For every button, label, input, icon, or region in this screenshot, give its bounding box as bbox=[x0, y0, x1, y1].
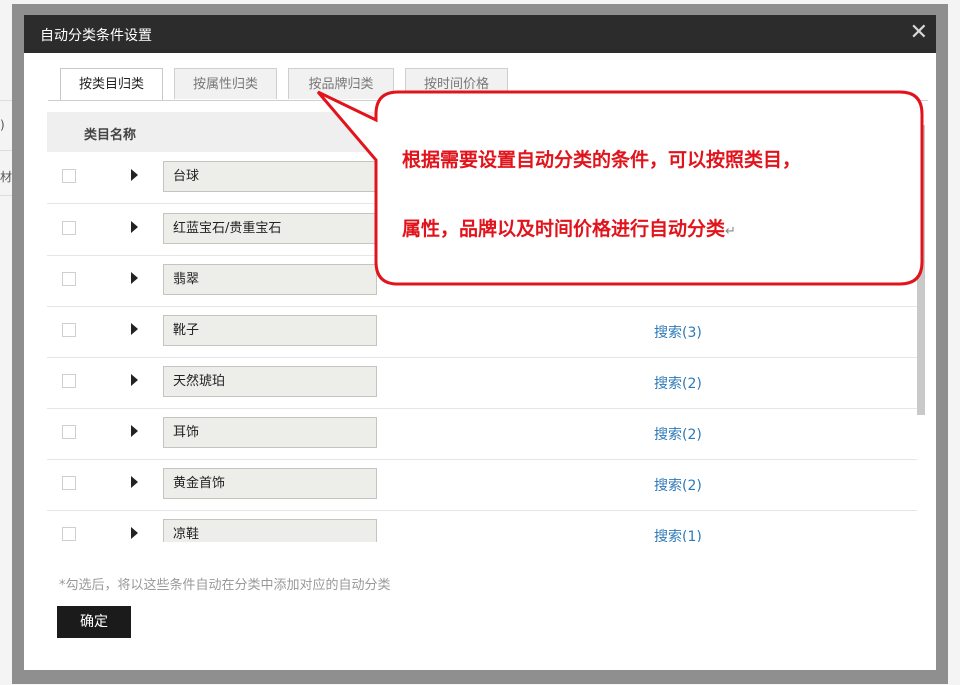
background-text-fragment: ) bbox=[0, 118, 5, 132]
category-table: 类目名称 台球 红蓝宝石/贵重宝石 翡翠 靴子 搜索(3) 天然琥珀 搜索(2)… bbox=[47, 112, 917, 542]
row-checkbox[interactable] bbox=[62, 374, 76, 388]
background-text-fragment: 材 bbox=[0, 170, 13, 184]
scrollbar-thumb[interactable] bbox=[917, 125, 925, 415]
auto-category-dialog: 自动分类条件设置 ✕ 按类目归类 按属性归类 按品牌归类 按时间价格 类目名称 … bbox=[24, 15, 936, 670]
return-mark-icon: ↵ bbox=[725, 224, 736, 239]
callout-text-line-2: 属性，品牌以及时间价格进行自动分类↵ bbox=[402, 214, 736, 241]
category-name-field[interactable]: 台球 bbox=[163, 161, 377, 192]
row-checkbox[interactable] bbox=[62, 476, 76, 490]
category-name-field[interactable]: 翡翠 bbox=[163, 264, 377, 295]
tab-underline bbox=[48, 100, 928, 101]
expand-caret-icon[interactable] bbox=[131, 527, 138, 539]
tab-by-category[interactable]: 按类目归类 bbox=[60, 68, 163, 101]
search-link[interactable]: 搜索(2) bbox=[654, 475, 702, 495]
expand-caret-icon[interactable] bbox=[131, 476, 138, 488]
category-name-field[interactable]: 耳饰 bbox=[163, 417, 377, 448]
callout-text-line-2-content: 属性，品牌以及时间价格进行自动分类 bbox=[402, 218, 726, 240]
table-scrollbar[interactable] bbox=[917, 125, 925, 415]
row-checkbox[interactable] bbox=[62, 527, 76, 541]
table-row: 翡翠 bbox=[47, 255, 917, 307]
dialog-title: 自动分类条件设置 bbox=[40, 28, 152, 44]
tab-by-brand[interactable]: 按品牌归类 bbox=[288, 68, 394, 99]
category-name-field[interactable]: 凉鞋 bbox=[163, 519, 377, 542]
category-name-field[interactable]: 黄金首饰 bbox=[163, 468, 377, 499]
category-name-field[interactable]: 天然琥珀 bbox=[163, 366, 377, 397]
expand-caret-icon[interactable] bbox=[131, 374, 138, 386]
row-checkbox[interactable] bbox=[62, 272, 76, 286]
table-row: 天然琥珀 搜索(2) bbox=[47, 357, 917, 409]
table-row: 靴子 搜索(3) bbox=[47, 306, 917, 358]
column-header-category-name: 类目名称 bbox=[84, 128, 137, 143]
close-icon[interactable]: ✕ bbox=[910, 21, 928, 45]
search-link[interactable]: 搜索(1) bbox=[654, 526, 702, 542]
table-row: 凉鞋 搜索(1) bbox=[47, 510, 917, 542]
callout-text-line-1: 根据需要设置自动分类的条件，可以按照类目， bbox=[402, 149, 802, 171]
expand-caret-icon[interactable] bbox=[131, 425, 138, 437]
row-checkbox[interactable] bbox=[62, 425, 76, 439]
search-link[interactable]: 搜索(2) bbox=[654, 373, 702, 393]
category-name-field[interactable]: 红蓝宝石/贵重宝石 bbox=[163, 213, 377, 244]
row-checkbox[interactable] bbox=[62, 169, 76, 183]
row-checkbox[interactable] bbox=[62, 323, 76, 337]
expand-caret-icon[interactable] bbox=[131, 169, 138, 181]
expand-caret-icon[interactable] bbox=[131, 323, 138, 335]
category-name-field[interactable]: 靴子 bbox=[163, 315, 377, 346]
row-checkbox[interactable] bbox=[62, 221, 76, 235]
tab-by-attribute[interactable]: 按属性归类 bbox=[174, 68, 277, 99]
confirm-button[interactable]: 确定 bbox=[57, 606, 131, 638]
search-link[interactable]: 搜索(2) bbox=[654, 424, 702, 444]
auto-category-note: *勾选后，将以这些条件自动在分类中添加对应的自动分类 bbox=[59, 578, 391, 593]
dialog-titlebar: 自动分类条件设置 ✕ bbox=[24, 15, 936, 53]
tab-by-time-price[interactable]: 按时间价格 bbox=[405, 68, 508, 99]
expand-caret-icon[interactable] bbox=[131, 272, 138, 284]
search-link[interactable]: 搜索(3) bbox=[654, 322, 702, 342]
table-row: 黄金首饰 搜索(2) bbox=[47, 459, 917, 511]
expand-caret-icon[interactable] bbox=[131, 221, 138, 233]
table-row: 耳饰 搜索(2) bbox=[47, 408, 917, 460]
